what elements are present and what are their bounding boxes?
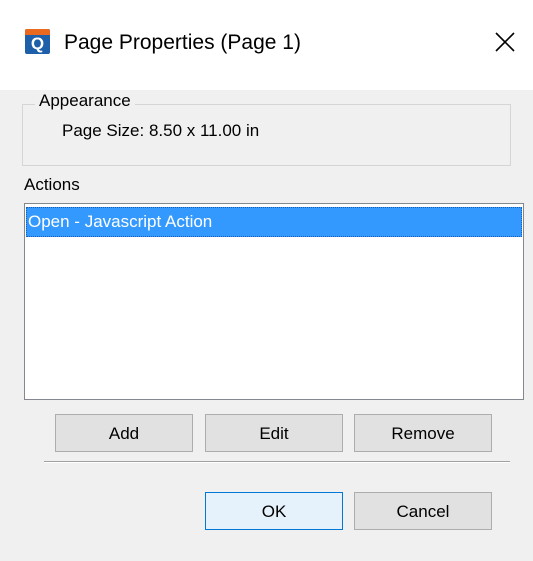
actions-label: Actions <box>24 175 80 194</box>
app-icon-glyph: Q <box>30 34 45 53</box>
edit-button[interactable]: Edit <box>205 414 343 452</box>
actions-list[interactable]: Open - Javascript Action <box>24 203 524 400</box>
app-q-icon: Q <box>25 29 50 54</box>
list-item[interactable]: Open - Javascript Action <box>26 207 522 237</box>
appearance-legend: Appearance <box>35 91 135 111</box>
add-button[interactable]: Add <box>55 414 193 452</box>
close-icon <box>495 32 515 52</box>
ok-button[interactable]: OK <box>205 492 343 530</box>
close-button[interactable] <box>485 22 525 62</box>
page-size-label: Page Size: 8.50 x 11.00 in <box>62 121 260 140</box>
separator-highlight <box>44 462 510 463</box>
remove-button[interactable]: Remove <box>354 414 492 452</box>
window-title: Page Properties (Page 1) <box>64 31 301 54</box>
page-properties-dialog: Q Page Properties (Page 1) Appearance Pa… <box>0 0 533 561</box>
title-bar[interactable]: Q Page Properties (Page 1) <box>0 0 533 90</box>
cancel-button[interactable]: Cancel <box>354 492 492 530</box>
